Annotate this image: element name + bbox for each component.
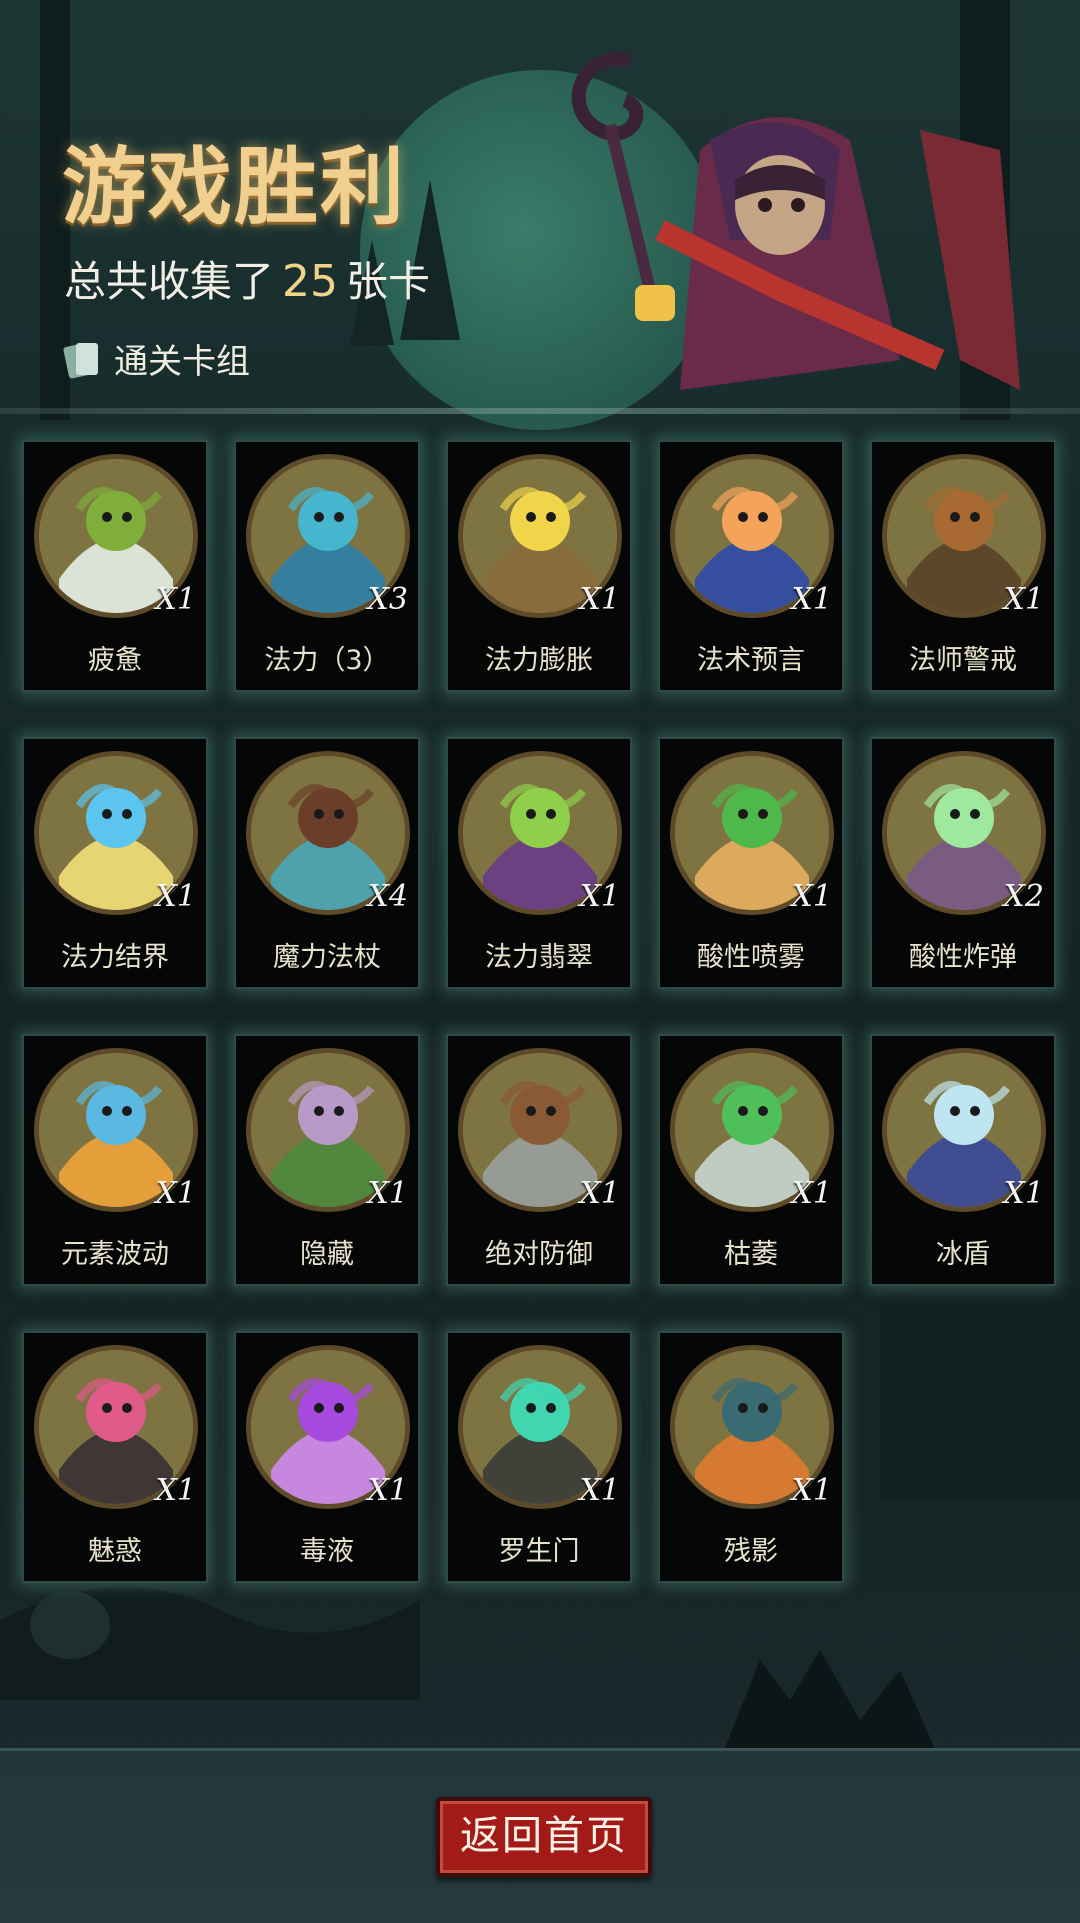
- card-name: 酸性炸弹: [909, 942, 1017, 973]
- card-name: 毒液: [300, 1536, 354, 1567]
- card-item[interactable]: X1 法师警戒: [870, 440, 1056, 692]
- summary-prefix: 总共收集了: [64, 257, 275, 306]
- card-item[interactable]: X1 法力翡翠: [446, 737, 632, 989]
- card-item[interactable]: X1 枯萎: [658, 1034, 844, 1286]
- card-count: X1: [579, 1473, 620, 1508]
- card-name: 法力翡翠: [485, 942, 593, 973]
- card-item[interactable]: X1 疲惫: [22, 440, 208, 692]
- card-count: X3: [367, 582, 408, 617]
- card-count: X1: [579, 582, 620, 617]
- card-count: X1: [579, 1176, 620, 1211]
- card-count: X1: [1003, 1176, 1044, 1211]
- card-grid: X1 疲惫 X3 法力（3） X1 法力膨胀 X1 法术预言 X1 法师警戒 X1 法力结界 X4 魔力法…: [22, 440, 1062, 1583]
- card-name: 残影: [724, 1536, 778, 1567]
- card-item[interactable]: X1 冰盾: [870, 1034, 1056, 1286]
- wizard-illustration: [571, 51, 1020, 390]
- card-count: X1: [791, 879, 832, 914]
- card-item[interactable]: X1 绝对防御: [446, 1034, 632, 1286]
- card-name: 冰盾: [936, 1239, 990, 1270]
- card-item[interactable]: X1 法术预言: [658, 440, 844, 692]
- card-count: X1: [1003, 582, 1044, 617]
- card-count: X1: [155, 582, 196, 617]
- card-item[interactable]: X1 魅惑: [22, 1331, 208, 1583]
- card-count: X1: [791, 1176, 832, 1211]
- card-item[interactable]: X1 残影: [658, 1331, 844, 1583]
- deck-link[interactable]: 通关卡组: [62, 334, 250, 383]
- card-count: X1: [367, 1176, 408, 1211]
- card-count: X1: [791, 582, 832, 617]
- card-item[interactable]: X1 酸性喷雾: [658, 737, 844, 989]
- card-name: 法术预言: [697, 645, 805, 676]
- card-count: X1: [367, 1473, 408, 1508]
- card-count: X1: [155, 1473, 196, 1508]
- card-count: X4: [367, 879, 408, 914]
- deck-link-label: 通关卡组: [114, 342, 250, 382]
- card-name: 隐藏: [300, 1239, 354, 1270]
- card-name: 元素波动: [61, 1239, 169, 1270]
- card-count: X1: [579, 879, 620, 914]
- cards-icon: [62, 337, 102, 381]
- card-name: 法力结界: [61, 942, 169, 973]
- card-name: 绝对防御: [485, 1239, 593, 1270]
- card-item[interactable]: X2 酸性炸弹: [870, 737, 1056, 989]
- header-divider: [0, 408, 1080, 414]
- card-name: 法师警戒: [909, 645, 1017, 676]
- card-name: 法力膨胀: [485, 645, 593, 676]
- card-item[interactable]: X1 法力膨胀: [446, 440, 632, 692]
- card-count: X2: [1003, 879, 1044, 914]
- card-item[interactable]: X4 魔力法杖: [234, 737, 420, 989]
- card-count: X1: [791, 1473, 832, 1508]
- total-card-count: 25: [282, 256, 339, 307]
- card-item[interactable]: X1 法力结界: [22, 737, 208, 989]
- card-name: 法力（3）: [264, 645, 390, 676]
- card-name: 罗生门: [498, 1536, 580, 1567]
- card-item[interactable]: X1 罗生门: [446, 1331, 632, 1583]
- card-item[interactable]: X1 毒液: [234, 1331, 420, 1583]
- card-name: 枯萎: [724, 1239, 778, 1270]
- victory-title: 游戏胜利: [62, 138, 407, 236]
- card-item[interactable]: X1 元素波动: [22, 1034, 208, 1286]
- card-count: X1: [155, 1176, 196, 1211]
- collection-summary: 总共收集了 25 张卡: [64, 248, 430, 309]
- card-count: X1: [155, 879, 196, 914]
- card-name: 魔力法杖: [273, 942, 381, 973]
- card-item[interactable]: X1 隐藏: [234, 1034, 420, 1286]
- card-name: 魅惑: [88, 1536, 142, 1567]
- card-name: 疲惫: [88, 645, 142, 676]
- card-name: 酸性喷雾: [697, 942, 805, 973]
- return-home-button[interactable]: 返回首页: [436, 1797, 652, 1877]
- card-item[interactable]: X3 法力（3）: [234, 440, 420, 692]
- summary-suffix: 张卡: [346, 257, 431, 306]
